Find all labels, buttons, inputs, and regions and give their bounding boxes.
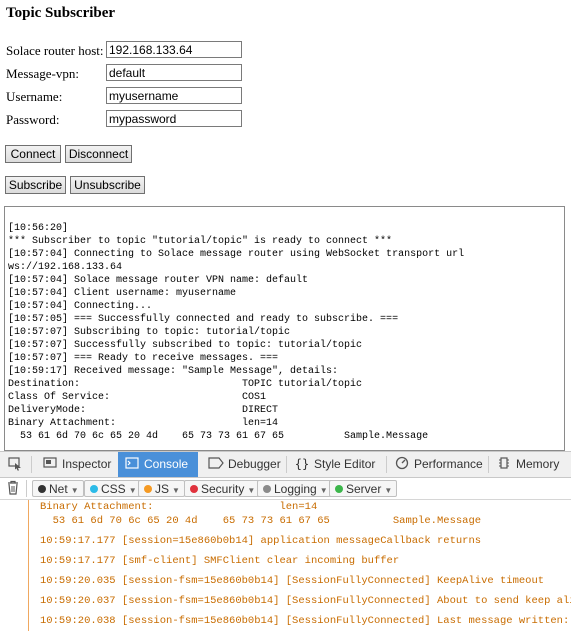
- chevron-down-icon: ▼: [128, 486, 137, 495]
- console-line: 10:59:20.037 [session-fsm=15e860b0b14] […: [40, 595, 571, 607]
- password-label: Password:: [6, 112, 60, 127]
- filter-label: CSS: [101, 482, 126, 496]
- log-line: Class Of Service: COS1: [8, 392, 267, 403]
- console-icon: [124, 452, 140, 477]
- log-line: [10:56:20]: [8, 223, 69, 234]
- memory-icon: [496, 452, 512, 477]
- host-input[interactable]: 192.168.133.64: [106, 41, 242, 58]
- log-line: Binary Attachment: len=14: [8, 418, 279, 429]
- log-line: [10:57:05] === Successfully connected an…: [8, 314, 399, 325]
- filter-server[interactable]: Server ▼: [329, 480, 398, 497]
- vpn-label: Message-vpn:: [6, 66, 79, 81]
- log-line: 53 61 6d 70 6c 65 20 4d 65 73 73 61 67 6…: [8, 431, 429, 442]
- net-dot-icon: [38, 485, 46, 493]
- console-line: 53 61 6d 70 6c 65 20 4d 65 73 73 61 67 6…: [40, 515, 482, 527]
- tab-console[interactable]: Console: [118, 452, 198, 477]
- password-input[interactable]: mypassword: [106, 110, 242, 127]
- log-line: [10:57:04] Connecting to Solace message …: [8, 249, 465, 260]
- log-line: *** Subscriber to topic "tutorial/topic"…: [8, 236, 393, 247]
- console-gutter: [28, 500, 29, 631]
- server-dot-icon: [335, 485, 343, 493]
- filter-label: JS: [155, 482, 170, 496]
- performance-icon: [394, 452, 410, 477]
- filter-net[interactable]: Net ▼: [32, 480, 84, 497]
- filter-security[interactable]: Security ▼: [184, 480, 261, 497]
- host-label: Solace router host:: [6, 43, 104, 58]
- chevron-down-icon: ▼: [172, 486, 180, 495]
- element-picker-icon[interactable]: [0, 452, 30, 477]
- log-line: [10:57:07] Subscribing to topic: tutoria…: [8, 327, 291, 338]
- tab-label: Performance: [414, 457, 483, 471]
- subscribe-button[interactable]: Subscribe: [5, 176, 66, 194]
- chevron-down-icon: ▼: [247, 486, 256, 495]
- tab-label: Inspector: [62, 457, 112, 471]
- console-output: Binary Attachment: len=14 53 61 6d 70 6c…: [0, 500, 571, 631]
- log-textarea[interactable]: [10:56:20] *** Subscriber to topic "tutor…: [4, 206, 565, 451]
- tab-label: Console: [144, 457, 189, 471]
- tab-inspector[interactable]: Inspector: [36, 452, 122, 477]
- log-line: Destination: TOPIC tutorial/topic: [8, 379, 363, 390]
- vpn-input[interactable]: default: [106, 64, 242, 81]
- chevron-down-icon: ▼: [319, 486, 328, 495]
- debugger-icon: [208, 452, 224, 477]
- style-editor-icon: {}: [294, 457, 310, 471]
- tab-memory[interactable]: Memory: [496, 452, 568, 477]
- filter-label: Server: [346, 482, 382, 496]
- filter-label: Security: [201, 482, 245, 496]
- username-input[interactable]: myusername: [106, 87, 242, 104]
- tab-debugger[interactable]: Debugger: [204, 452, 288, 477]
- security-dot-icon: [190, 485, 198, 493]
- filter-label: Logging: [274, 482, 317, 496]
- log-line: [10:57:04] Client username: myusername: [8, 288, 237, 299]
- tab-label: Debugger: [228, 457, 281, 471]
- css-dot-icon: [90, 485, 98, 493]
- console-line: 10:59:20.038 [session-fsm=15e860b0b14] […: [40, 615, 571, 627]
- filter-logging[interactable]: Logging ▼: [257, 480, 333, 497]
- username-label: Username:: [6, 89, 63, 104]
- console-line: 10:59:17.177 [smf-client] SMFClient clea…: [40, 555, 400, 567]
- console-line: 10:59:17.177 [session=15e860b0b14] appli…: [40, 535, 482, 547]
- console-filter-bar: Net ▼ CSS ▼ JS ▼ Security ▼ Logging ▼ Server ▼: [0, 478, 571, 500]
- console-line: Binary Attachment: len=14: [40, 501, 318, 513]
- unsubscribe-button[interactable]: Unsubscribe: [70, 176, 145, 194]
- log-line: [10:57:07] Successfully subscribed to to…: [8, 340, 363, 351]
- inspector-icon: [42, 452, 58, 477]
- filter-label: Net: [49, 482, 68, 496]
- log-line: DeliveryMode: DIRECT: [8, 405, 279, 416]
- logging-dot-icon: [263, 485, 271, 493]
- page-title: Topic Subscriber: [6, 5, 116, 21]
- tab-performance[interactable]: Performance: [394, 452, 484, 477]
- filter-css[interactable]: CSS ▼: [84, 480, 142, 497]
- trash-icon[interactable]: [6, 480, 22, 497]
- connect-button[interactable]: Connect: [5, 145, 61, 163]
- log-line: [10:59:17] Received message: "Sample Mes…: [8, 366, 339, 377]
- disconnect-button[interactable]: Disconnect: [65, 145, 132, 163]
- tab-label: Style Editor: [314, 457, 376, 471]
- log-line: [10:57:04] Connecting...: [8, 301, 153, 312]
- chevron-down-icon: ▼: [384, 486, 393, 495]
- devtools-toolbar: Inspector Console Debugger {} Style Edito…: [0, 451, 571, 478]
- chevron-down-icon: ▼: [70, 486, 79, 495]
- log-line: [10:57:07] === Ready to receive messages…: [8, 353, 279, 364]
- tab-style-editor[interactable]: {} Style Editor: [294, 452, 384, 477]
- console-line: 10:59:20.035 [session-fsm=15e860b0b14] […: [40, 575, 545, 587]
- log-line: [10:57:04] Solace message router VPN nam…: [8, 275, 309, 286]
- filter-js[interactable]: JS ▼: [138, 480, 185, 497]
- tab-label: Memory: [516, 457, 560, 471]
- js-dot-icon: [144, 485, 152, 493]
- log-line: ws://192.168.133.64: [8, 262, 123, 273]
